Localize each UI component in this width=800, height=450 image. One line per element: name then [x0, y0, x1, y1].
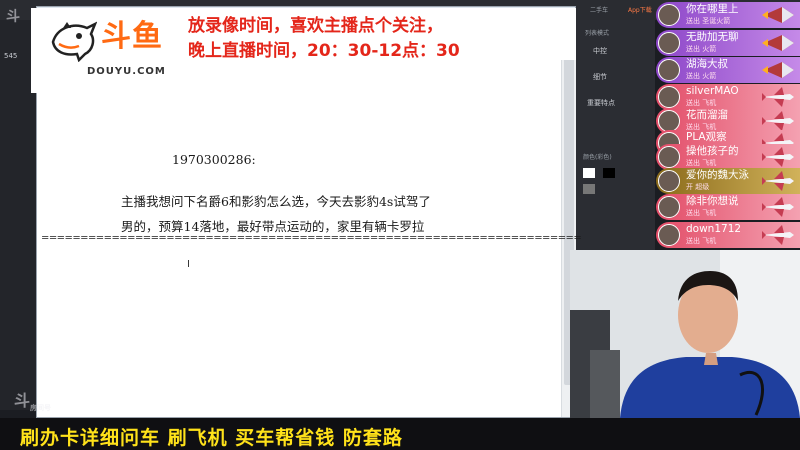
notice-line-2: 晚上直播时间，20：30-12点：30	[188, 41, 460, 61]
right-side-panel: 列表模式 中控 细节 重要特点 颜色(彩色)	[575, 20, 655, 250]
text-cursor-icon: I	[187, 259, 190, 270]
douyu-logo: 斗鱼 DOUYU.COM	[31, 8, 186, 93]
rocket-icon	[762, 7, 794, 23]
avatar	[658, 224, 680, 246]
plane-icon	[762, 87, 794, 107]
plane-icon	[762, 147, 794, 167]
right-panel-title: 列表模式	[585, 30, 610, 37]
right-panel-item-0[interactable]: 中控	[593, 46, 607, 56]
gift-sender-name: PLA观察	[686, 131, 727, 143]
avatar	[658, 146, 680, 168]
gift-description: 送出 圣诞火箭	[686, 17, 731, 25]
bottom-banner-text: 刷办卡详细问车 刷飞机 买车帮省钱 防套路	[20, 427, 403, 449]
right-panel-item-2[interactable]: 重要特点	[587, 98, 615, 108]
douyu-logo-en: DOUYU.COM	[87, 66, 166, 77]
gift-notification: 湖海大叔 送出 火箭	[656, 57, 800, 83]
gift-description: 送出 火箭	[686, 45, 717, 53]
gift-description: 送出 飞机	[686, 99, 717, 107]
color-swatch-gray[interactable]	[583, 184, 595, 194]
gift-notification: 除非你想说送出 飞机	[656, 194, 800, 220]
gift-description: 送出 火箭	[686, 72, 717, 80]
room-number-watermark: 房间号	[30, 404, 51, 412]
gift-sender-name: 你在哪里上	[686, 3, 739, 15]
avatar	[658, 32, 680, 54]
avatar	[658, 59, 680, 81]
user-id-line: 1970300286:	[172, 152, 256, 167]
douyu-fish-icon	[51, 21, 97, 62]
gift-sender-name: silverMAO	[686, 85, 739, 97]
rocket-icon	[762, 35, 794, 51]
notice-line-1: 放录像时间，喜欢主播点个关注，	[188, 16, 443, 36]
douyu-logo-cn: 斗鱼	[101, 19, 163, 54]
avatar	[658, 4, 680, 26]
left-panel-number: 545	[4, 52, 18, 60]
gift-sender-name: down1712	[686, 223, 742, 235]
streamer-person	[620, 271, 800, 418]
gift-notification: 爱你的魏大泳开 超级	[656, 168, 800, 194]
right-panel-color-label: 颜色(彩色)	[583, 154, 612, 161]
gift-sender-name: 除非你想说	[686, 195, 739, 207]
gift-description: 送出 飞机	[686, 237, 717, 245]
plane-icon	[762, 197, 794, 217]
rocket-icon	[762, 62, 794, 78]
gift-sender-name: 操他孩子的	[686, 145, 739, 157]
webcam-speaker	[590, 350, 620, 418]
gift-notification: down1712 送出 飞机	[656, 222, 800, 248]
avatar	[658, 170, 680, 192]
avatar	[658, 86, 680, 108]
avatar	[658, 110, 680, 132]
question-line-1: 主播我想问下名爵6和影豹怎么选，今天去影豹4s试驾了	[121, 194, 431, 209]
plane-icon	[762, 171, 794, 191]
gift-sender-name: 湖海大叔	[686, 58, 728, 70]
taskbar-text-secondhand[interactable]: 二手车	[590, 5, 608, 14]
douyu-watermark-bottom: 斗	[14, 391, 31, 410]
streamer-webcam	[570, 250, 800, 418]
douyu-watermark-top: 斗	[6, 9, 20, 25]
gift-description: 送出 飞机	[686, 159, 717, 167]
color-swatch-black[interactable]	[603, 168, 615, 178]
gift-sender-name: 爱你的魏大泳	[686, 169, 749, 181]
gift-description: 送出 飞机	[686, 209, 717, 217]
taskbar-app-download[interactable]: App下载	[628, 5, 652, 14]
schedule-notice: 放录像时间，喜欢主播点个关注， 晚上直播时间，20：30-12点：30	[186, 8, 576, 61]
gift-notification: 你在哪里上送出 圣诞火箭	[656, 2, 800, 28]
gift-sender-name: 花而溜溜	[686, 109, 728, 121]
color-swatch-white[interactable]	[583, 168, 595, 178]
separator-line: ========================================…	[41, 233, 582, 244]
gift-notification: 无助加无聊送出 火箭	[656, 30, 800, 56]
plane-icon	[762, 225, 794, 245]
right-panel-item-1[interactable]: 细节	[593, 72, 607, 82]
gift-description: 开 超级	[686, 183, 710, 191]
avatar	[658, 196, 680, 218]
gift-sender-name: 无助加无聊	[686, 31, 739, 43]
gift-notification: 操他孩子的送出 飞机	[656, 144, 800, 170]
gift-notification: silverMAO 送出 飞机	[656, 84, 800, 110]
